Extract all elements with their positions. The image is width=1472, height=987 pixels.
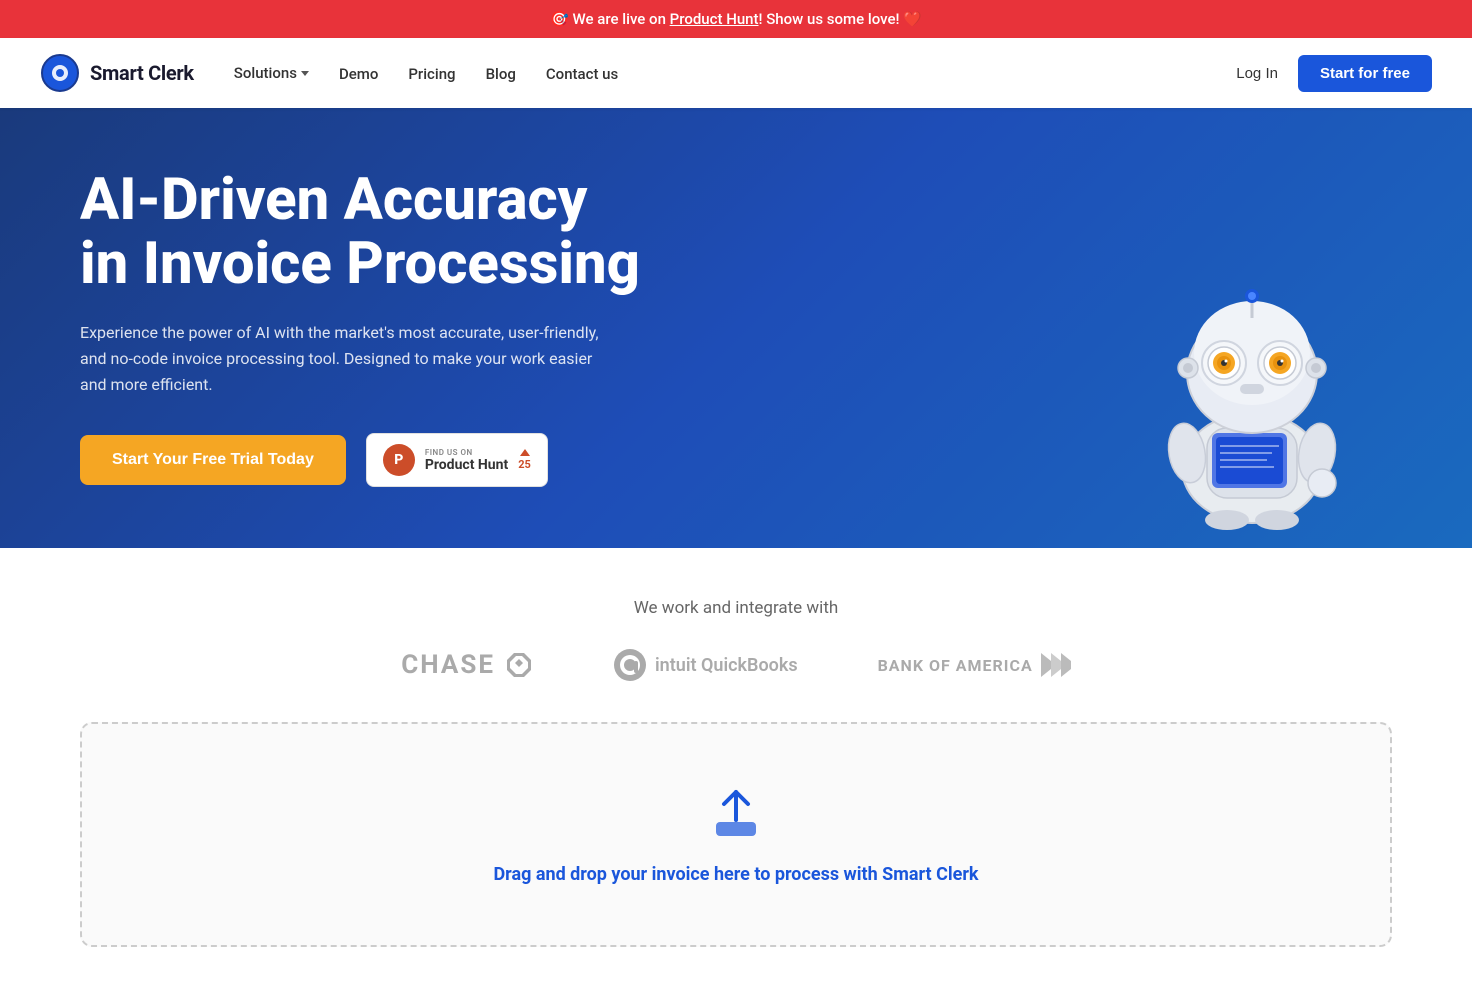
chevron-down-icon [301,71,309,76]
quickbooks-logo: intuit QuickBooks [613,648,798,682]
ph-logo-icon: P [383,444,415,476]
nav-item-solutions[interactable]: Solutions [234,64,309,82]
hero-title-line1: AI-Driven Accuracy [80,166,587,234]
navbar-right: Log In Start for free [1236,55,1432,92]
nav-pricing-label[interactable]: Pricing [408,65,455,83]
chase-text: CHASE [401,650,495,680]
login-button[interactable]: Log In [1236,65,1278,82]
boa-text: BANK OF AMERICA [878,656,1033,675]
ph-arrow-up-icon [520,449,530,456]
ph-text-block: FIND US ON Product Hunt [425,448,508,473]
upload-svg-icon [706,784,766,844]
nav-contact-label[interactable]: Contact us [546,65,618,83]
integration-section: We work and integrate with CHASE intuit … [0,548,1472,722]
ph-score: 25 [518,449,531,471]
navbar-left: Smart Clerk Solutions Demo Pricing Blog … [40,53,618,93]
hero-actions: Start Your Free Trial Today P FIND US ON… [80,433,640,487]
banner-text-after: ! Show us some love! ❤️ [759,10,922,28]
dropzone-section: Drag and drop your invoice here to proce… [0,722,1472,987]
integration-title: We work and integrate with [80,598,1392,618]
ph-find-text: FIND US ON [425,448,508,457]
quickbooks-text: intuit QuickBooks [655,655,798,676]
banner-product-hunt-link[interactable]: Product Hunt [670,10,759,28]
hero-content: AI-Driven Accuracy in Invoice Processing… [80,169,640,487]
boa-flag-icon [1041,653,1071,677]
nav-item-contact[interactable]: Contact us [546,64,618,83]
banner-text-before: 🎯 We are live on [550,10,670,28]
nav-item-demo[interactable]: Demo [339,64,378,83]
logo[interactable]: Smart Clerk [40,53,194,93]
nav-item-blog[interactable]: Blog [486,64,516,83]
hero-title: AI-Driven Accuracy in Invoice Processing [80,169,640,297]
integration-logos: CHASE intuit QuickBooks BANK OF AMERICA [80,648,1392,682]
nav-links: Solutions Demo Pricing Blog Contact us [234,64,618,83]
dropzone[interactable]: Drag and drop your invoice here to proce… [80,722,1392,947]
trial-button[interactable]: Start Your Free Trial Today [80,435,346,485]
hero-subtitle: Experience the power of AI with the mark… [80,320,610,397]
chase-logo: CHASE [401,650,533,680]
top-banner: 🎯 We are live on Product Hunt! Show us s… [0,0,1472,38]
robot-svg [1112,188,1392,548]
upload-icon [122,784,1350,848]
dropzone-brand: Smart Clerk [882,864,978,885]
nav-demo-label[interactable]: Demo [339,65,378,83]
ph-score-value: 25 [518,458,531,471]
dropzone-text-before: Drag and drop your invoice here to proce… [493,864,882,885]
logo-text: Smart Clerk [90,61,194,85]
quickbooks-icon [613,648,647,682]
dropzone-text: Drag and drop your invoice here to proce… [122,864,1350,885]
product-hunt-badge[interactable]: P FIND US ON Product Hunt 25 [366,433,548,487]
bank-of-america-logo: BANK OF AMERICA [878,653,1071,677]
hero-robot-illustration [1092,168,1412,548]
nav-solutions-label[interactable]: Solutions [234,64,297,82]
chase-octagon-icon [505,651,533,679]
logo-icon [40,53,80,93]
nav-item-pricing[interactable]: Pricing [408,64,455,83]
ph-name: Product Hunt [425,457,508,473]
navbar: Smart Clerk Solutions Demo Pricing Blog … [0,38,1472,108]
hero-section: AI-Driven Accuracy in Invoice Processing… [0,108,1472,548]
start-free-button[interactable]: Start for free [1298,55,1432,92]
hero-title-line2: in Invoice Processing [80,230,640,298]
nav-blog-label[interactable]: Blog [486,65,516,83]
